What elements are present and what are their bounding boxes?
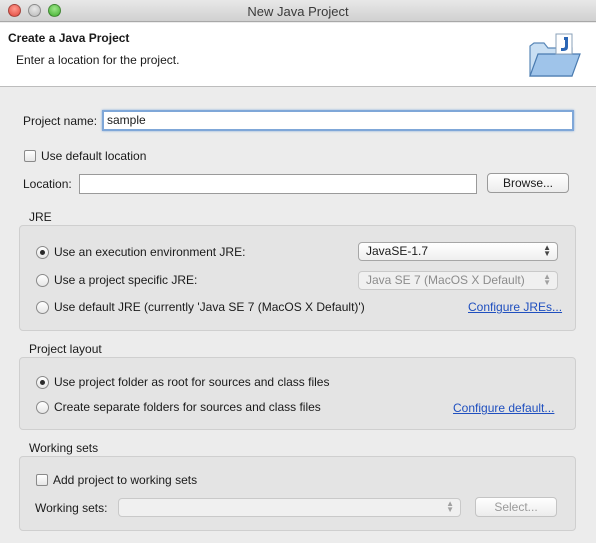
browse-button[interactable]: Browse...	[487, 173, 569, 193]
working-sets-group	[19, 456, 576, 531]
working-sets-label: Working sets:	[35, 501, 108, 515]
title-bar: New Java Project	[0, 0, 596, 22]
specific-jre-value: Java SE 7 (MacOS X Default)	[366, 273, 525, 287]
wizard-banner: Create a Java Project Enter a location f…	[0, 23, 596, 87]
separate-folders-radio[interactable]	[36, 401, 49, 414]
layout-group-label: Project layout	[29, 342, 102, 356]
default-jre-label: Use default JRE (currently 'Java SE 7 (M…	[54, 300, 365, 314]
specific-jre-select: Java SE 7 (MacOS X Default) ▲ ▼	[358, 271, 558, 290]
chevron-updown-icon: ▲ ▼	[446, 499, 454, 514]
location-field[interactable]	[79, 174, 477, 194]
specific-jre-radio[interactable]	[36, 274, 49, 287]
project-name-label: Project name:	[23, 114, 98, 128]
separate-folders-label: Create separate folders for sources and …	[54, 400, 321, 414]
env-jre-value: JavaSE-1.7	[366, 244, 429, 258]
add-to-working-sets-label: Add project to working sets	[53, 473, 198, 487]
banner-description: Enter a location for the project.	[16, 53, 180, 67]
default-jre-radio[interactable]	[36, 301, 49, 314]
working-sets-group-label: Working sets	[29, 441, 99, 455]
chevron-updown-icon: ▲ ▼	[543, 243, 551, 258]
select-working-sets-button: Select...	[475, 497, 557, 517]
window-title: New Java Project	[247, 4, 349, 19]
root-folder-label: Use project folder as root for sources a…	[54, 375, 330, 389]
root-folder-radio[interactable]	[36, 376, 49, 389]
env-jre-select[interactable]: JavaSE-1.7 ▲ ▼	[358, 242, 558, 261]
specific-jre-label: Use a project specific JRE:	[54, 273, 198, 287]
jre-group-label: JRE	[29, 210, 52, 224]
layout-group	[19, 357, 576, 430]
location-label: Location:	[23, 177, 72, 191]
add-to-working-sets-checkbox[interactable]	[36, 474, 48, 486]
env-jre-label: Use an execution environment JRE:	[54, 245, 246, 259]
java-folder-icon	[529, 33, 581, 77]
chevron-updown-icon: ▲ ▼	[543, 272, 551, 287]
default-location-checkbox[interactable]	[24, 150, 36, 162]
default-location-label: Use default location	[41, 149, 147, 163]
working-sets-select: ▲ ▼	[118, 498, 461, 517]
configure-default-link[interactable]: Configure default...	[453, 401, 554, 415]
project-name-field[interactable]: sample	[102, 110, 574, 131]
env-jre-radio[interactable]	[36, 246, 49, 259]
banner-title: Create a Java Project	[8, 31, 130, 45]
configure-jres-link[interactable]: Configure JREs...	[468, 300, 562, 314]
